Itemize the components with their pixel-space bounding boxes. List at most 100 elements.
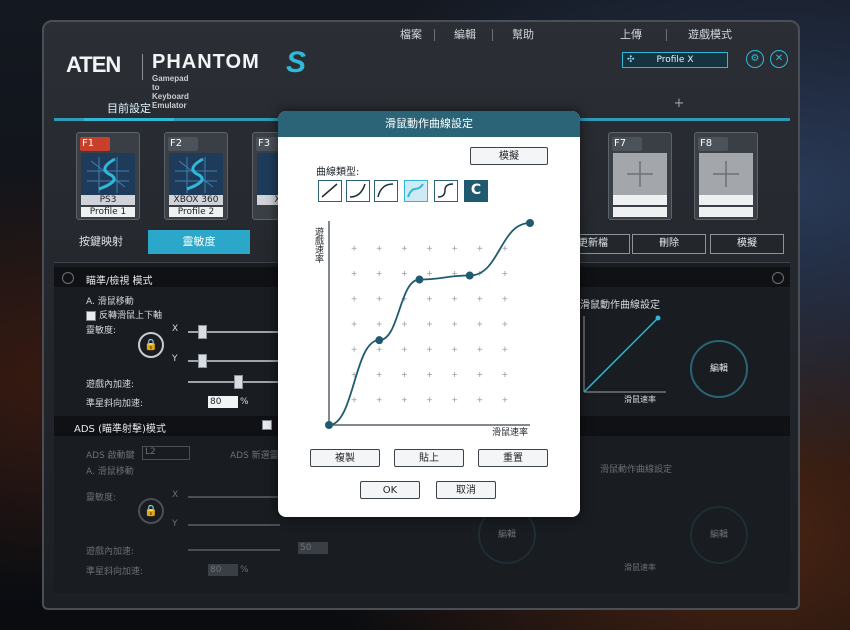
menu-help[interactable]: 幫助 bbox=[512, 26, 534, 42]
profile-slot-f2[interactable]: F2 XBOX 360 Profile 2 bbox=[164, 132, 228, 220]
ads-curve-title: 滑鼠動作曲線設定 bbox=[600, 465, 673, 475]
sensitivity-y-thumb[interactable] bbox=[198, 354, 207, 368]
phantom-logo-icon bbox=[175, 157, 217, 193]
tab-sensitivity[interactable]: 靈敏度 bbox=[148, 230, 250, 254]
ads-sensitivity-y-slider[interactable] bbox=[188, 524, 280, 526]
curve-type-scurve[interactable] bbox=[404, 180, 428, 202]
grid-marker bbox=[351, 397, 357, 403]
profile-caption: PS3 bbox=[81, 195, 135, 205]
sensitivity-label: 靈敏度: bbox=[86, 326, 117, 336]
grid-marker bbox=[351, 245, 357, 251]
curve-type-linear[interactable] bbox=[318, 180, 342, 202]
menu-divider bbox=[492, 29, 493, 41]
ads-sensitivity-x-slider[interactable] bbox=[188, 496, 280, 498]
checkbox-box[interactable] bbox=[86, 310, 96, 321]
settings-icon[interactable]: ⚙ bbox=[746, 50, 764, 68]
curve-preview-x-label: 滑鼠速率 bbox=[624, 395, 656, 404]
curve-type-convex[interactable] bbox=[374, 180, 398, 202]
close-icon[interactable]: ✕ bbox=[770, 50, 788, 68]
curve-control-point[interactable] bbox=[375, 336, 384, 345]
grid-marker bbox=[427, 397, 432, 403]
curve-edit-button[interactable]: 編輯 bbox=[690, 340, 748, 398]
s-curve-icon bbox=[407, 183, 424, 198]
curve-graph[interactable] bbox=[318, 211, 538, 441]
in-game-accel-thumb[interactable] bbox=[234, 375, 243, 389]
ads-accel-input[interactable]: 50 bbox=[298, 542, 328, 554]
x-axis-label: X bbox=[172, 324, 179, 334]
grid-marker bbox=[427, 296, 432, 302]
ads-diag-accel-input[interactable]: 80 bbox=[208, 564, 238, 576]
grid-marker bbox=[502, 346, 508, 352]
profile-slot-f8[interactable]: F8 bbox=[694, 132, 758, 220]
grid-marker bbox=[401, 321, 407, 327]
grid-markers bbox=[351, 245, 508, 403]
curve-control-point[interactable] bbox=[526, 219, 534, 227]
profile-select[interactable]: ✣ Profile X bbox=[622, 52, 728, 68]
delete-button[interactable]: 刪除 bbox=[632, 234, 706, 254]
diag-accel-input[interactable]: 80 bbox=[208, 396, 238, 408]
linear-curve-icon bbox=[321, 183, 338, 198]
grid-marker bbox=[376, 321, 382, 327]
menu-file[interactable]: 檔案 bbox=[400, 26, 422, 42]
grid-marker bbox=[452, 372, 458, 377]
ads-sensitivity-label: 靈敏度: bbox=[86, 493, 117, 503]
ok-button[interactable]: OK bbox=[360, 481, 420, 499]
curve-control-point[interactable] bbox=[465, 271, 474, 280]
curve-preview-title: 滑鼠動作曲線設定 bbox=[580, 300, 660, 311]
profile-key-badge: F2 bbox=[168, 137, 198, 151]
copy-button[interactable]: 複製 bbox=[310, 449, 380, 467]
paste-button[interactable]: 貼上 bbox=[394, 449, 464, 467]
sensitivity-x-thumb[interactable] bbox=[198, 325, 207, 339]
grid-marker bbox=[401, 372, 407, 377]
curve-type-custom[interactable]: C bbox=[464, 180, 488, 202]
ads-curve-x-label: 滑鼠速率 bbox=[624, 563, 656, 572]
grid-marker bbox=[502, 296, 508, 302]
menu-upload[interactable]: 上傳 bbox=[620, 26, 642, 42]
menu-game-mode[interactable]: 遊戲模式 bbox=[688, 26, 732, 42]
curve-type-concave[interactable] bbox=[346, 180, 370, 202]
mouse-move-label: A. 滑鼠移動 bbox=[86, 297, 134, 307]
grid-marker bbox=[452, 346, 458, 352]
curve-settings-dialog: 滑鼠動作曲線設定 模擬 曲線類型: C 遊戲速率 滑鼠速率 複製 貼上 重置 O… bbox=[278, 111, 580, 517]
tab-key-mapping[interactable]: 按鍵映射 bbox=[54, 230, 148, 254]
grid-marker bbox=[351, 296, 357, 302]
grid-marker bbox=[477, 321, 483, 327]
curve-control-point[interactable] bbox=[325, 421, 333, 429]
profile-slot-f1[interactable]: F1 PS3 Profile 1 bbox=[76, 132, 140, 220]
reset-button[interactable]: 重置 bbox=[478, 449, 548, 467]
lock-icon[interactable]: 🔒 bbox=[138, 332, 164, 358]
simulate-button[interactable]: 模擬 bbox=[710, 234, 784, 254]
curve-type-sigmoid[interactable] bbox=[434, 180, 458, 202]
curve-chart[interactable] bbox=[318, 211, 538, 441]
ads-lock-icon[interactable]: 🔒 bbox=[138, 498, 164, 524]
curve-control-point[interactable] bbox=[415, 275, 424, 284]
empty-slot-art bbox=[613, 153, 667, 195]
profile-name bbox=[613, 207, 667, 217]
profile-name: Profile 1 bbox=[81, 207, 135, 217]
aim-section-title: 瞄準/檢視 模式 bbox=[86, 276, 153, 287]
menu-edit[interactable]: 編輯 bbox=[454, 26, 476, 42]
menu-divider bbox=[434, 29, 435, 41]
grid-marker bbox=[401, 397, 407, 403]
cancel-button[interactable]: 取消 bbox=[436, 481, 496, 499]
concave-curve-icon bbox=[349, 183, 366, 198]
grid-marker bbox=[351, 321, 357, 327]
grid-marker bbox=[452, 245, 458, 251]
grid-marker bbox=[452, 296, 458, 302]
add-tab-button[interactable]: + bbox=[664, 96, 694, 112]
profile-slot-f7[interactable]: F7 bbox=[608, 132, 672, 220]
grid-marker bbox=[477, 346, 483, 352]
profile-name bbox=[699, 207, 753, 217]
checkbox-box[interactable] bbox=[262, 420, 272, 430]
grid-marker bbox=[502, 245, 508, 251]
ads-curve-edit-button[interactable]: 編輯 bbox=[690, 506, 748, 564]
ads-enable-checkbox[interactable] bbox=[262, 420, 275, 431]
grid-marker bbox=[477, 245, 483, 251]
invert-y-label: 反轉滑鼠上下軸 bbox=[99, 311, 163, 321]
ads-in-game-accel-slider[interactable] bbox=[188, 549, 280, 551]
invert-y-checkbox[interactable]: 反轉滑鼠上下軸 bbox=[86, 308, 162, 321]
ads-section-title: ADS (瞄準射擊)模式 bbox=[74, 424, 166, 435]
simulate-button[interactable]: 模擬 bbox=[470, 147, 548, 165]
ads-trigger-select[interactable]: L2 bbox=[142, 446, 190, 460]
grid-marker bbox=[401, 346, 407, 352]
